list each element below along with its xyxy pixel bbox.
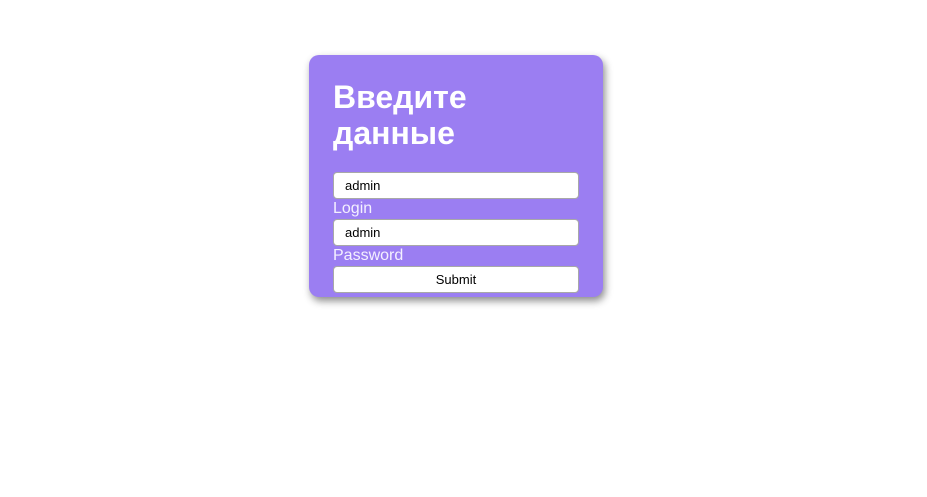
form-title: Введите данные <box>333 79 533 151</box>
password-label: Password <box>333 247 404 264</box>
form-title-line-2: данные <box>333 115 455 151</box>
login-card: Введите данные Login Password Submit <box>309 55 603 297</box>
login-form: Login Password Submit <box>333 172 579 293</box>
password-input[interactable] <box>333 219 579 246</box>
form-title-line-1: Введите <box>333 79 467 115</box>
login-input[interactable] <box>333 172 579 199</box>
submit-button[interactable]: Submit <box>333 266 579 293</box>
login-label: Login <box>333 200 373 217</box>
